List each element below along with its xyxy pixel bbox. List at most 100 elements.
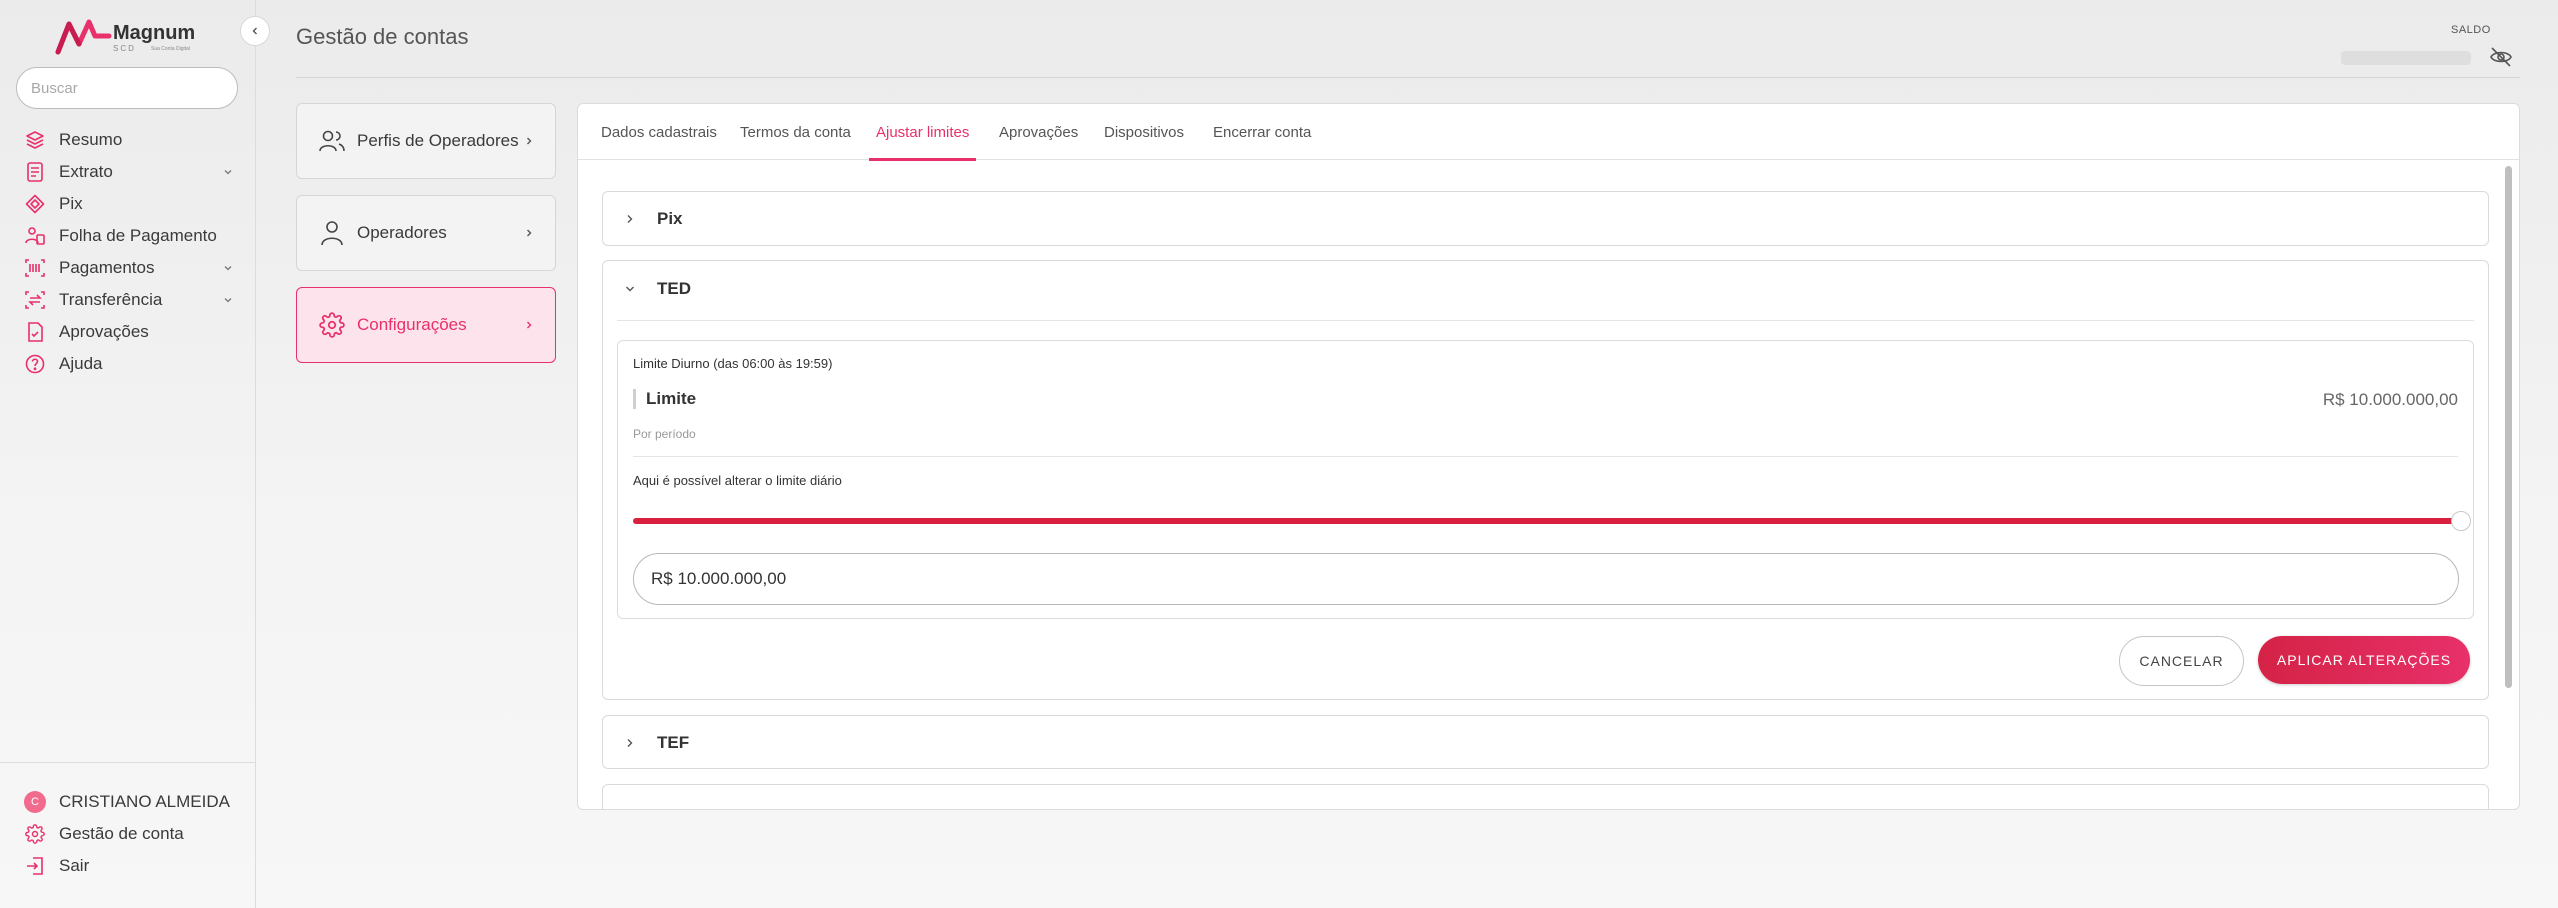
menu-label: Configurações [357, 315, 467, 334]
accordion-title: TED [657, 279, 691, 298]
document-list-icon [24, 161, 46, 183]
chevron-down-icon [224, 298, 232, 303]
sidebar-item-label: Folha de Pagamento [59, 226, 217, 245]
brand-subtag: Sua Conta Digital [151, 46, 190, 52]
period-title: Limite Diurno (das 06:00 às 19:59) [633, 356, 833, 371]
accordion-header-tef[interactable]: TEF [603, 716, 2488, 769]
sidebar-item-folha[interactable]: Folha de Pagamento [24, 220, 234, 252]
tab-dados-cadastrais[interactable]: Dados cadastrais [601, 104, 717, 160]
tab-ajustar-limites[interactable]: Ajustar limites [868, 104, 977, 161]
limits-scroll-area: Pix TED Limite Diurno (das 06:00 às 19:5… [578, 161, 2519, 809]
chevron-down-icon [224, 170, 232, 175]
gear-icon [24, 823, 46, 845]
chevron-right-icon [527, 229, 532, 237]
logout-label: Sair [59, 856, 90, 875]
sidebar-item-extrato[interactable]: Extrato [24, 156, 234, 188]
saldo-hidden-value [2341, 51, 2471, 65]
chevron-left-icon [252, 27, 257, 35]
accordion-header-pix[interactable]: Pix [603, 192, 2488, 245]
sidebar-footer: C CRISTIANO ALMEIDA Gestão de conta Sair [0, 762, 256, 882]
limit-value: R$ 10.000.000,00 [2322, 390, 2458, 409]
chevron-down-icon [626, 286, 634, 292]
accordion-header-ted[interactable]: TED [603, 261, 2488, 317]
alter-limit-hint: Aqui é possível alterar o limite diário [633, 473, 842, 488]
tab-aprovacoes[interactable]: Aprovações [999, 104, 1078, 160]
header-divider [296, 77, 2520, 78]
scrollbar[interactable] [2505, 166, 2512, 688]
tab-dispositivos[interactable]: Dispositivos [1104, 104, 1184, 160]
divider [633, 456, 2458, 457]
chevron-right-icon [527, 321, 532, 329]
avatar: C [24, 791, 46, 813]
barcode-icon [24, 257, 46, 279]
cancel-button[interactable]: CANCELAR [2119, 636, 2244, 686]
brand-logo[interactable]: Magnum SCD Sua Conta Digital [55, 14, 205, 58]
search-input[interactable] [16, 67, 238, 109]
gear-icon [317, 310, 347, 340]
accordion-ted: TED Limite Diurno (das 06:00 às 19:59) L… [602, 260, 2489, 700]
slider-thumb[interactable] [2451, 511, 2471, 531]
sidebar-item-ajuda[interactable]: Ajuda [24, 348, 234, 380]
collapse-sidebar-button[interactable] [240, 16, 270, 46]
help-circle-icon [24, 353, 46, 375]
per-period-label: Por período [633, 427, 696, 441]
tab-encerrar-conta[interactable]: Encerrar conta [1213, 104, 1311, 160]
payroll-icon [24, 225, 46, 247]
sidebar-item-label: Pagamentos [59, 258, 155, 277]
sidebar-item-pix[interactable]: Pix [24, 188, 234, 220]
brand-tagline: SCD [113, 44, 136, 53]
logout-button[interactable]: Sair [24, 850, 256, 882]
limit-slider[interactable] [633, 511, 2471, 531]
approval-doc-icon [24, 321, 46, 343]
eye-off-icon [2490, 47, 2512, 67]
sidebar-item-label: Gestão de conta [59, 824, 184, 843]
menu-label: Operadores [357, 223, 447, 242]
menu-perfis-operadores[interactable]: Perfis de Operadores [296, 103, 556, 179]
toggle-balance-button[interactable] [2489, 45, 2513, 69]
chevron-right-icon [627, 214, 633, 223]
sidebar-nav: Resumo Extrato Pix Folha de Pagamento Pa… [24, 124, 234, 380]
apply-changes-button[interactable]: APLICAR ALTERAÇÕES [2258, 636, 2470, 684]
chevron-down-icon [224, 266, 232, 271]
chevron-right-icon [627, 738, 633, 747]
sidebar-item-aprovacoes[interactable]: Aprovações [24, 316, 234, 348]
sidebar-item-gestao-conta[interactable]: Gestão de conta [24, 818, 256, 850]
sidebar-item-label: Transferência [59, 290, 163, 309]
limit-label: Limite [646, 389, 697, 408]
accordion-title: TEF [657, 732, 690, 752]
user-profile[interactable]: C CRISTIANO ALMEIDA [24, 786, 256, 818]
sidebar-item-label: Pix [59, 194, 83, 213]
divider [617, 320, 2474, 321]
sidebar-item-label: Extrato [59, 162, 113, 181]
sidebar-item-pagamentos[interactable]: Pagamentos [24, 252, 234, 284]
menu-operadores[interactable]: Operadores [296, 195, 556, 271]
slider-fill [633, 518, 2461, 524]
chevron-right-icon [527, 137, 532, 145]
user-name: CRISTIANO ALMEIDA [59, 792, 230, 811]
sidebar-item-transferencia[interactable]: Transferência [24, 284, 234, 316]
accordion-title: Pix [657, 208, 683, 228]
sidebar-item-label: Resumo [59, 130, 123, 149]
logout-icon [24, 855, 46, 877]
limit-accent-bar [633, 389, 636, 409]
limit-amount-input[interactable] [633, 553, 2459, 605]
sidebar-item-label: Ajuda [59, 354, 103, 373]
brand-name: Magnum [113, 22, 196, 44]
tab-bar: Dados cadastrais Termos da conta Ajustar… [578, 104, 2519, 161]
users-icon [317, 126, 347, 156]
accordion-next-partial[interactable] [602, 784, 2489, 809]
settings-panel: Dados cadastrais Termos da conta Ajustar… [577, 103, 2520, 810]
saldo-label: SALDO [2451, 24, 2491, 36]
menu-configuracoes[interactable]: Configurações [296, 287, 556, 363]
accordion-pix: Pix [602, 191, 2489, 246]
tab-termos-da-conta[interactable]: Termos da conta [740, 104, 851, 160]
sidebar-item-resumo[interactable]: Resumo [24, 124, 234, 156]
user-icon [317, 218, 347, 248]
page-title: Gestão de contas [296, 24, 469, 49]
sidebar-item-label: Aprovações [59, 322, 149, 341]
limit-card: Limite Diurno (das 06:00 às 19:59) Limit… [617, 340, 2474, 619]
magnum-logo-icon [55, 19, 112, 55]
accordion-tef: TEF [602, 715, 2489, 769]
pix-icon [24, 193, 46, 215]
menu-label: Perfis de Operadores [357, 131, 519, 150]
